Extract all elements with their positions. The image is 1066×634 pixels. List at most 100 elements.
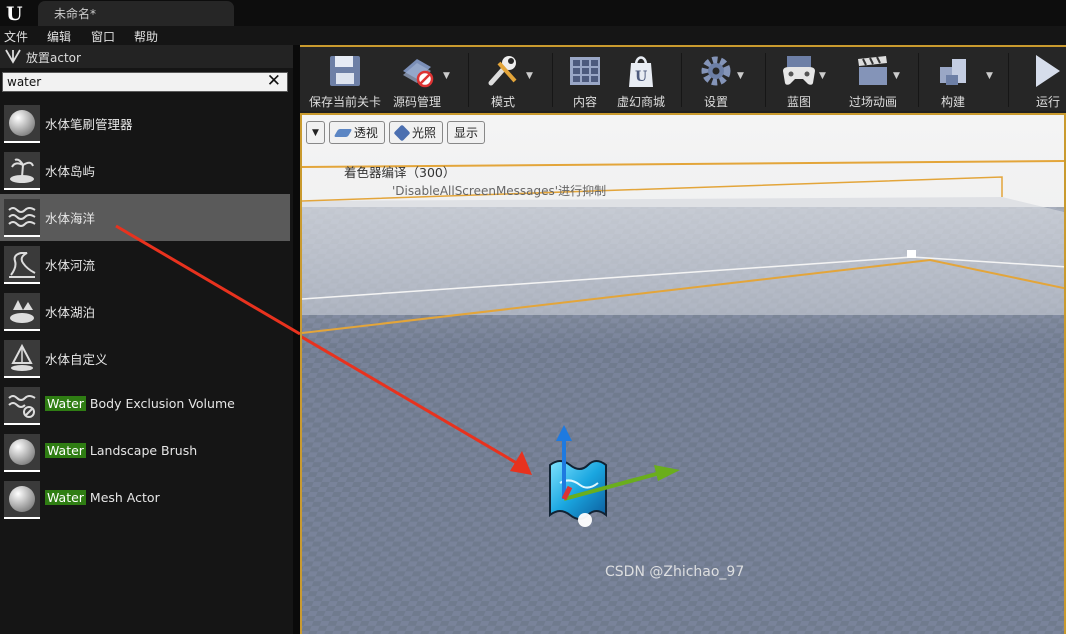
blueprints-label: 蓝图 (786, 95, 811, 109)
actor-item-label: 水体笔刷管理器 (45, 117, 133, 132)
settings-button[interactable]: 设置 (690, 51, 742, 109)
actor-item-custom[interactable]: 水体自定义 (0, 335, 290, 382)
custom-water-icon (4, 340, 40, 378)
play-label: 运行 (1036, 95, 1061, 109)
actor-item-label: 水体河流 (45, 258, 96, 273)
search-highlight: Water (45, 396, 86, 411)
build-dropdown-icon[interactable]: ▼ (986, 71, 993, 81)
actor-item-label: Water Mesh Actor (45, 490, 160, 505)
viewport-toolbar: ▼ 透视 光照 显示 (306, 121, 485, 145)
level-viewport[interactable]: ▼ 透视 光照 显示 着色器编译（300） 'DisableAllScreenM… (300, 113, 1066, 634)
menu-file[interactable]: 文件 (4, 28, 28, 45)
sphere-icon (4, 105, 40, 143)
marketplace-bag-icon: U (629, 56, 653, 87)
play-icon (1036, 55, 1060, 87)
level-tab[interactable]: 未命名* (38, 1, 234, 26)
toolbar-divider (1008, 53, 1009, 107)
main-toolbar: 保存当前关卡 源码管理 ▼ 模式 ▼ 内容 U 虚幻商城 设置 ▼ 蓝图 ▼ 过… (300, 45, 1066, 111)
search-value: water (7, 75, 42, 89)
blueprint-controller-icon (783, 56, 815, 85)
modes-dropdown-icon[interactable]: ▼ (526, 71, 533, 81)
lit-cube-icon (393, 124, 411, 141)
save-level-button[interactable]: 保存当前关卡 (304, 51, 386, 109)
search-highlight: Water (45, 490, 86, 505)
shader-compile-message: 着色器编译（300） (344, 165, 456, 180)
label-rest: Body Exclusion Volume (85, 396, 235, 411)
actor-item-body-exclusion-volume[interactable]: Water Body Exclusion Volume (0, 382, 290, 429)
title-bar: U 未命名* (0, 0, 1066, 26)
editor-main: 保存当前关卡 源码管理 ▼ 模式 ▼ 内容 U 虚幻商城 设置 ▼ 蓝图 ▼ 过… (300, 45, 1066, 634)
blueprints-dropdown-icon[interactable]: ▼ (819, 71, 826, 81)
perspective-button[interactable]: 透视 (328, 121, 385, 144)
toolbar-divider (552, 53, 553, 107)
clear-search-icon[interactable]: ✕ (267, 72, 281, 91)
source-control-label: 源码管理 (392, 95, 441, 109)
menu-window[interactable]: 窗口 (91, 28, 115, 45)
settings-dropdown-icon[interactable]: ▼ (737, 71, 744, 81)
unreal-logo-icon: U (0, 0, 30, 26)
toolbar-divider (765, 53, 766, 107)
actor-item-label: 水体自定义 (45, 352, 108, 367)
modes-wrench-icon (488, 56, 517, 86)
clapperboard-icon (858, 56, 887, 85)
svg-text:U: U (635, 69, 647, 85)
content-grid-icon (570, 57, 600, 85)
menu-help[interactable]: 帮助 (134, 28, 158, 45)
svg-text:U: U (6, 3, 23, 23)
sphere-icon (4, 434, 40, 472)
sphere-icon (4, 481, 40, 519)
actor-item-lake[interactable]: 水体湖泊 (0, 288, 290, 335)
actor-item-mesh-actor[interactable]: Water Mesh Actor (0, 476, 290, 523)
place-actors-panel: 放置actor water ✕ 水体笔刷管理器 水体岛屿水体海洋水体河流水体湖泊水… (0, 45, 293, 634)
build-label: 构建 (940, 95, 965, 109)
actor-item-label: Water Body Exclusion Volume (45, 396, 235, 411)
label-rest: Mesh Actor (85, 490, 160, 505)
play-button[interactable]: 运行 (1016, 51, 1066, 109)
search-input[interactable]: water ✕ (2, 72, 288, 92)
actor-item-island[interactable]: 水体岛屿 (0, 147, 290, 194)
panel-title: 放置actor (26, 51, 81, 65)
build-cubes-icon (940, 59, 966, 85)
river-icon (4, 246, 40, 284)
panel-header: 放置actor (0, 45, 293, 68)
search-highlight: Water (45, 443, 86, 458)
toolbar-divider (681, 53, 682, 107)
place-actor-icon (5, 49, 21, 64)
cinematics-label: 过场动画 (848, 95, 897, 109)
blueprints-button[interactable]: 蓝图 (774, 51, 824, 109)
actor-item-landscape-brush[interactable]: Water Landscape Brush (0, 429, 290, 476)
gear-icon (701, 56, 731, 86)
island-icon (4, 152, 40, 190)
content-button[interactable]: 内容 (560, 51, 610, 109)
ocean-wave-icon (4, 199, 40, 237)
source-dropdown-icon[interactable]: ▼ (443, 71, 450, 81)
actor-item-river[interactable]: 水体河流 (0, 241, 290, 288)
modes-label: 模式 (490, 95, 515, 109)
actor-item-brush-manager[interactable]: 水体笔刷管理器 (0, 100, 290, 147)
viewport-options-button[interactable]: ▼ (306, 121, 325, 144)
actor-item-label: 水体岛屿 (45, 164, 96, 179)
show-label: 显示 (453, 126, 478, 140)
cinematics-dropdown-icon[interactable]: ▼ (893, 71, 900, 81)
actor-item-label: 水体海洋 (45, 211, 96, 226)
build-button[interactable]: 构建 (925, 51, 981, 109)
source-control-icon (403, 59, 434, 88)
show-button[interactable]: 显示 (446, 121, 485, 144)
perspective-label: 透视 (353, 126, 378, 140)
suppress-hint-message: 'DisableAllScreenMessages'进行抑制 (392, 184, 607, 198)
actor-item-label: Water Landscape Brush (45, 443, 197, 458)
spline-point[interactable] (907, 250, 916, 258)
panel-splitter[interactable] (293, 45, 300, 634)
lit-button[interactable]: 光照 (388, 121, 443, 144)
label-rest: Landscape Brush (85, 443, 198, 458)
menu-edit[interactable]: 编辑 (47, 28, 71, 45)
actor-item-ocean[interactable]: 水体海洋 (0, 194, 290, 241)
source-control-button[interactable]: 源码管理 (388, 51, 446, 109)
toolbar-divider (468, 53, 469, 107)
perspective-icon (333, 128, 353, 137)
marketplace-label: 虚幻商城 (616, 95, 665, 109)
marketplace-button[interactable]: U 虚幻商城 (612, 51, 670, 109)
save-label: 保存当前关卡 (308, 95, 381, 109)
exclusion-volume-icon (4, 387, 40, 425)
modes-button[interactable]: 模式 (475, 51, 531, 109)
